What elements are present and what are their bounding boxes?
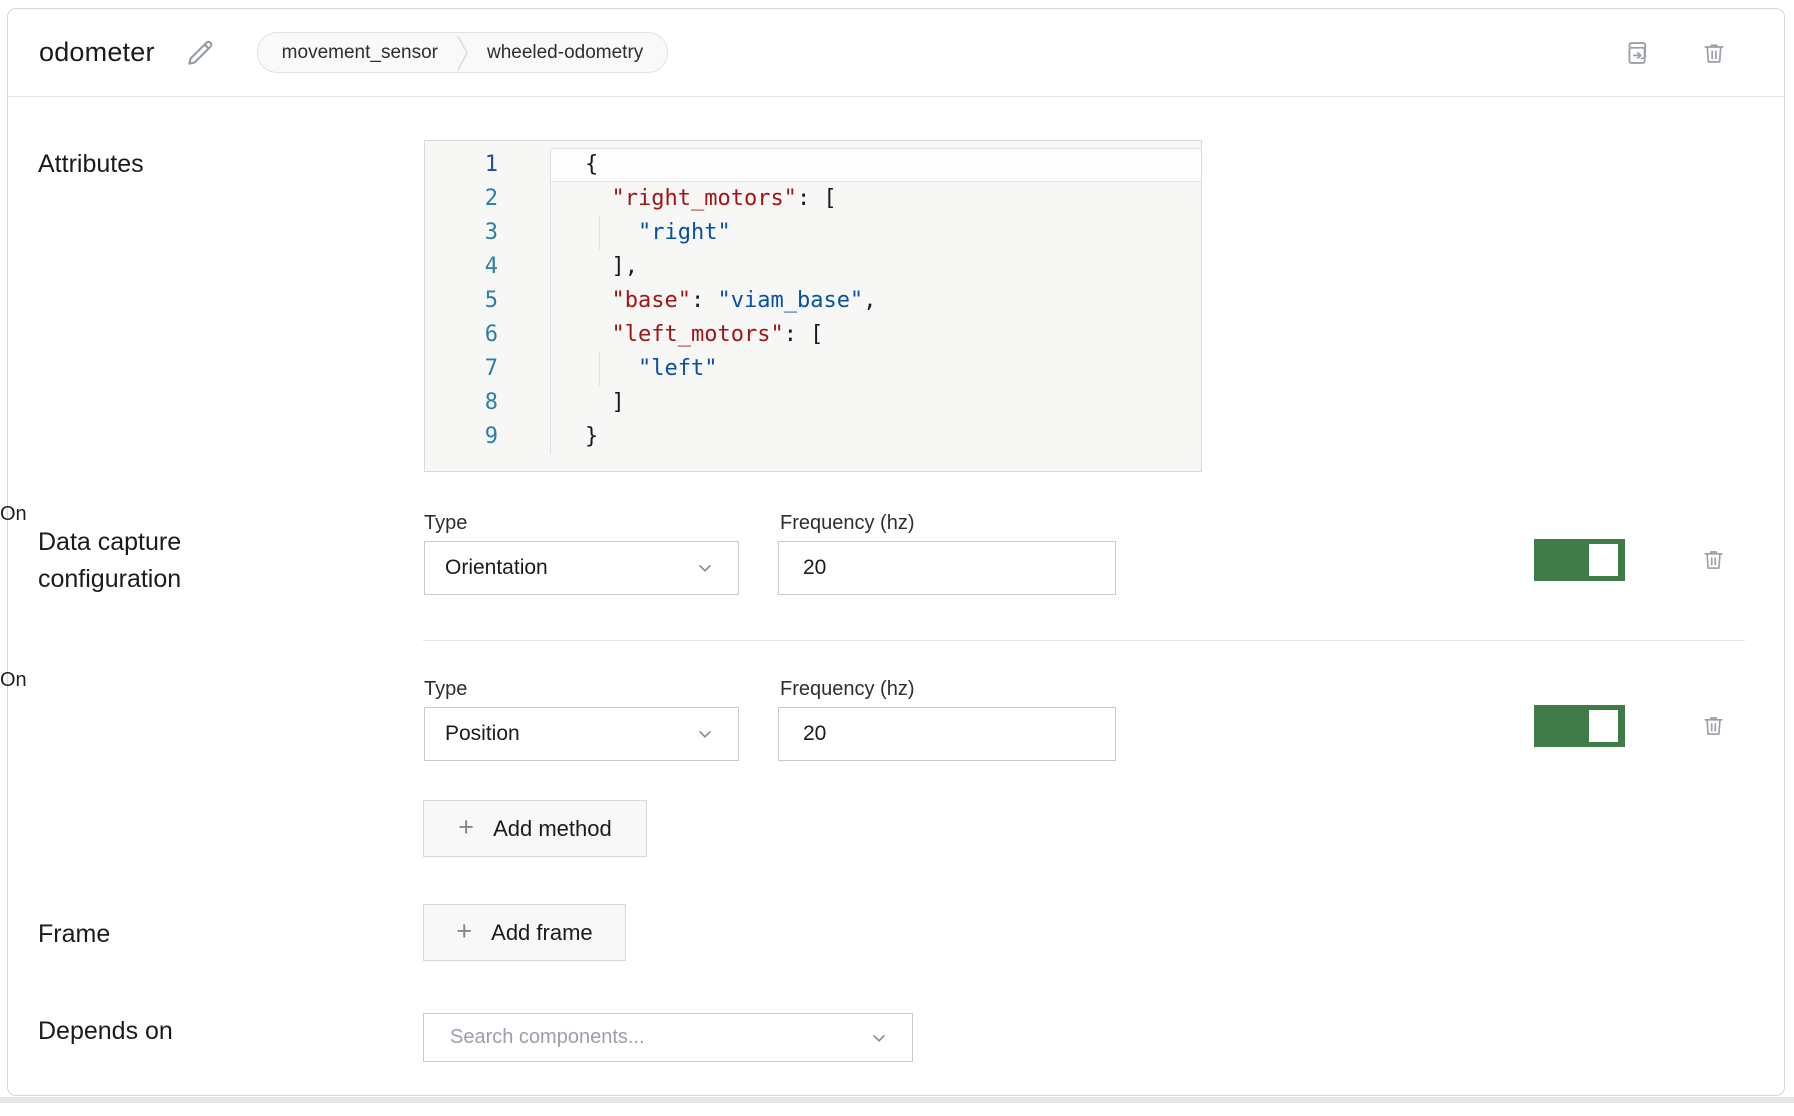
- pencil-icon: [183, 36, 217, 70]
- line-code: ]: [551, 386, 1201, 420]
- line-code: "right_motors": [: [551, 182, 1201, 216]
- header-actions: [1623, 39, 1727, 67]
- add-method-button[interactable]: + Add method: [423, 800, 647, 857]
- line-number: 9: [425, 420, 551, 454]
- line-code: "base": "viam_base",: [551, 284, 1201, 318]
- code-line: 6 "left_motors": [: [425, 318, 1201, 352]
- line-number: 6: [425, 318, 551, 352]
- line-number: 5: [425, 284, 551, 318]
- add-method-label: Add method: [493, 816, 612, 842]
- breadcrumb-component-type: movement_sensor: [282, 42, 438, 64]
- attributes-label: Attributes: [38, 150, 144, 179]
- toggle-state-label: On: [0, 669, 27, 691]
- code-line: 9 }: [425, 420, 1201, 454]
- line-code: {: [551, 148, 1201, 182]
- code-line: 4 ],: [425, 250, 1201, 284]
- add-frame-label: Add frame: [491, 920, 593, 946]
- toggle-knob: [1589, 544, 1618, 576]
- component-config-page: odometer movement_sensor wheeled-odometr…: [0, 0, 1794, 1116]
- page-bottom-band: [0, 1097, 1794, 1103]
- line-number: 1: [425, 148, 551, 182]
- search-components-input[interactable]: [448, 1025, 870, 1050]
- line-number: 2: [425, 182, 551, 216]
- line-code: }: [551, 420, 1201, 454]
- duplicate-button[interactable]: [1623, 39, 1651, 67]
- attributes-json-editor[interactable]: 1 { 2 "right_motors": [ 3 "right" 4 ], 5…: [424, 140, 1202, 472]
- toggle-knob: [1589, 710, 1618, 742]
- code-line: 3 "right": [425, 216, 1201, 250]
- frequency-input[interactable]: [778, 707, 1116, 761]
- code-lines: 1 { 2 "right_motors": [ 3 "right" 4 ], 5…: [425, 148, 1201, 454]
- edit-name-button[interactable]: [183, 36, 217, 70]
- capture-row-divider: [423, 640, 1745, 641]
- line-number: 4: [425, 250, 551, 284]
- trash-icon: [1701, 547, 1726, 572]
- page-title: odometer: [39, 37, 155, 68]
- delete-method-button[interactable]: [1701, 713, 1726, 738]
- capture-type-value: Orientation: [445, 556, 696, 580]
- trash-icon: [1701, 40, 1727, 66]
- line-code: "right": [551, 216, 1201, 250]
- code-line: 7 "left": [425, 352, 1201, 386]
- type-label: Type: [424, 512, 467, 535]
- type-label: Type: [424, 678, 467, 701]
- delete-method-button[interactable]: [1701, 547, 1726, 572]
- breadcrumb-component-model: wheeled-odometry: [487, 42, 643, 64]
- frequency-input[interactable]: [778, 541, 1116, 595]
- line-code: "left_motors": [: [551, 318, 1201, 352]
- capture-type-select[interactable]: Orientation: [424, 541, 739, 595]
- line-number: 8: [425, 386, 551, 420]
- capture-toggle[interactable]: [1534, 705, 1625, 747]
- chevron-right-icon: [456, 34, 469, 72]
- depends-on-select[interactable]: [423, 1013, 913, 1062]
- capture-toggle[interactable]: [1534, 539, 1625, 581]
- duplicate-icon: [1623, 39, 1651, 67]
- chevron-down-icon: [870, 1029, 888, 1047]
- capture-type-value: Position: [445, 722, 696, 746]
- component-card-header: odometer movement_sensor wheeled-odometr…: [8, 9, 1785, 97]
- line-code: ],: [551, 250, 1201, 284]
- line-number: 7: [425, 352, 551, 386]
- code-line: 8 ]: [425, 386, 1201, 420]
- plus-icon: +: [458, 814, 474, 841]
- data-capture-row: Type Position Frequency (hz) On: [0, 669, 1794, 769]
- line-number: 3: [425, 216, 551, 250]
- code-line: 5 "base": "viam_base",: [425, 284, 1201, 318]
- plus-icon: +: [456, 918, 472, 945]
- breadcrumb: movement_sensor wheeled-odometry: [257, 32, 669, 73]
- chevron-down-icon: [696, 559, 714, 577]
- frequency-label: Frequency (hz): [780, 512, 915, 535]
- code-line: 1 {: [425, 148, 1201, 182]
- line-code: "left": [551, 352, 1201, 386]
- code-line: 2 "right_motors": [: [425, 182, 1201, 216]
- depends-on-label: Depends on: [38, 1017, 173, 1046]
- trash-icon: [1701, 713, 1726, 738]
- add-frame-button[interactable]: + Add frame: [423, 904, 626, 961]
- data-capture-row: Type Orientation Frequency (hz) On: [0, 503, 1794, 603]
- delete-component-button[interactable]: [1701, 40, 1727, 66]
- toggle-state-label: On: [0, 503, 27, 525]
- chevron-down-icon: [696, 725, 714, 743]
- frame-label: Frame: [38, 920, 110, 949]
- capture-type-select[interactable]: Position: [424, 707, 739, 761]
- frequency-label: Frequency (hz): [780, 678, 915, 701]
